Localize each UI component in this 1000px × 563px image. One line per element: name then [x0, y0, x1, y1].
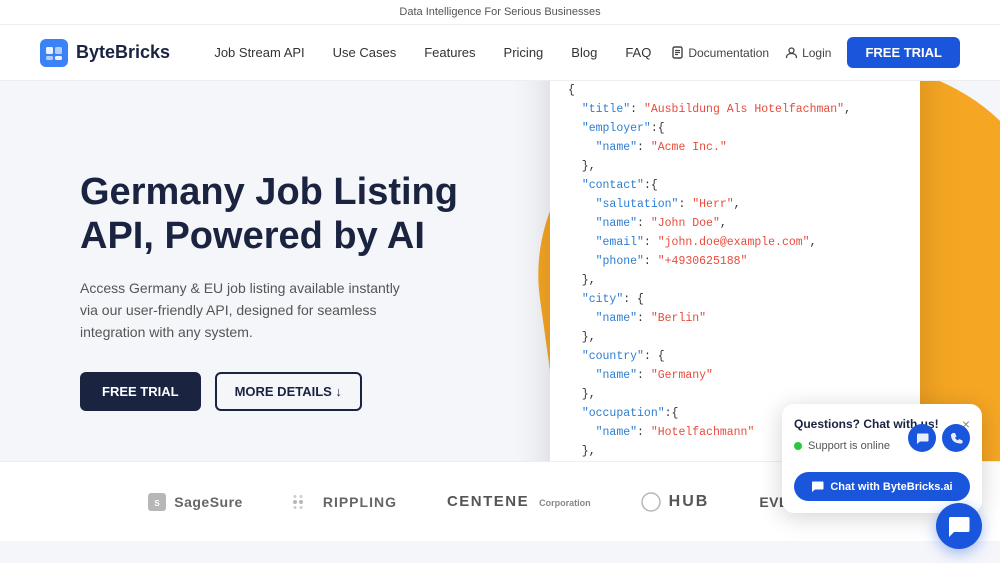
- code-line: },: [568, 329, 902, 348]
- code-line: },: [568, 386, 902, 405]
- sagesure-icon: S: [148, 493, 166, 511]
- nav-use-cases[interactable]: Use Cases: [333, 45, 397, 60]
- chat-icon-buttons: [908, 424, 970, 452]
- chat-bubble-button[interactable]: [936, 503, 982, 549]
- nav-features[interactable]: Features: [424, 45, 475, 60]
- chat-icon-btn-1[interactable]: [908, 424, 936, 452]
- rippling-icon: [293, 495, 315, 509]
- chat-btn-label: Chat with ByteBricks.ai: [830, 481, 952, 493]
- top-bar-text: Data Intelligence For Serious Businesses: [399, 6, 600, 18]
- navbar: ByteBricks Job Stream API Use Cases Feat…: [0, 25, 1000, 81]
- code-line: "title": "Ausbildung Als Hotelfachman",: [568, 101, 902, 120]
- logo[interactable]: ByteBricks: [40, 39, 170, 67]
- centene-label: CENTENE: [447, 493, 529, 510]
- message-icon: [916, 432, 929, 445]
- sagesure-label: SageSure: [174, 494, 243, 510]
- code-line: "email": "john.doe@example.com",: [568, 234, 902, 253]
- hub-icon: [641, 492, 661, 512]
- nav-pricing[interactable]: Pricing: [504, 45, 544, 60]
- code-line: "name": "Berlin": [568, 310, 902, 329]
- hub-label: HUB: [669, 493, 710, 511]
- code-line: },: [568, 272, 902, 291]
- logo-hub: HUB: [641, 492, 710, 512]
- chat-status-text: Support is online: [808, 440, 890, 452]
- code-line: "name": "Acme Inc.": [568, 139, 902, 158]
- code-line: "phone": "+4930625188": [568, 253, 902, 272]
- login-label: Login: [802, 46, 831, 60]
- hero-title: Germany Job Listing API, Powered by AI: [80, 171, 500, 258]
- nav-job-stream-api[interactable]: Job Stream API: [214, 45, 304, 60]
- nav-faq[interactable]: FAQ: [625, 45, 651, 60]
- code-line: },: [568, 158, 902, 177]
- hero-description: Access Germany & EU job listing availabl…: [80, 277, 400, 344]
- free-trial-nav-button[interactable]: FREE TRIAL: [847, 37, 960, 68]
- chat-widget: Questions? Chat with us! × Support is on…: [782, 404, 982, 513]
- logo-icon: [40, 39, 68, 67]
- login-link[interactable]: Login: [785, 46, 831, 60]
- nav-right: Documentation Login FREE TRIAL: [671, 37, 960, 68]
- code-line: "salutation": "Herr",: [568, 196, 902, 215]
- logo-sagesure: S SageSure: [148, 493, 243, 511]
- logo-centene: CENTENE Corporation: [447, 493, 591, 510]
- top-bar: Data Intelligence For Serious Businesses: [0, 0, 1000, 25]
- phone-icon: [950, 432, 963, 445]
- code-line: "name": "Germany": [568, 367, 902, 386]
- logo-rippling: RIPPLING: [293, 494, 397, 510]
- nav-links: Job Stream API Use Cases Features Pricin…: [214, 45, 651, 60]
- nav-blog[interactable]: Blog: [571, 45, 597, 60]
- chat-btn-icon: [811, 480, 824, 493]
- centene-sub: Corporation: [539, 498, 591, 508]
- login-icon: [785, 46, 798, 59]
- docs-label: Documentation: [688, 46, 769, 60]
- code-line: "employer":{: [568, 120, 902, 139]
- code-line: {: [568, 82, 902, 101]
- hero-free-trial-button[interactable]: FREE TRIAL: [80, 372, 201, 411]
- chat-with-bytebricks-button[interactable]: Chat with ByteBricks.ai: [794, 472, 970, 501]
- chat-status: Support is online: [794, 440, 890, 452]
- hero-left: Germany Job Listing API, Powered by AI A…: [80, 171, 500, 411]
- rippling-label: RIPPLING: [323, 494, 397, 510]
- docs-link[interactable]: Documentation: [671, 46, 769, 60]
- code-line: "name": "John Doe",: [568, 215, 902, 234]
- logo-text: ByteBricks: [76, 42, 170, 63]
- code-line: "contact":{: [568, 177, 902, 196]
- status-dot: [794, 442, 802, 450]
- hero-buttons: FREE TRIAL MORE DETAILS ↓: [80, 372, 500, 411]
- hero-more-details-button[interactable]: MORE DETAILS ↓: [215, 372, 362, 411]
- code-line: "country": {: [568, 348, 902, 367]
- chat-icon-btn-2[interactable]: [942, 424, 970, 452]
- doc-icon: [671, 46, 684, 59]
- svg-text:S: S: [155, 499, 161, 508]
- code-line: "city": {: [568, 291, 902, 310]
- chat-bubble-icon: [948, 515, 970, 537]
